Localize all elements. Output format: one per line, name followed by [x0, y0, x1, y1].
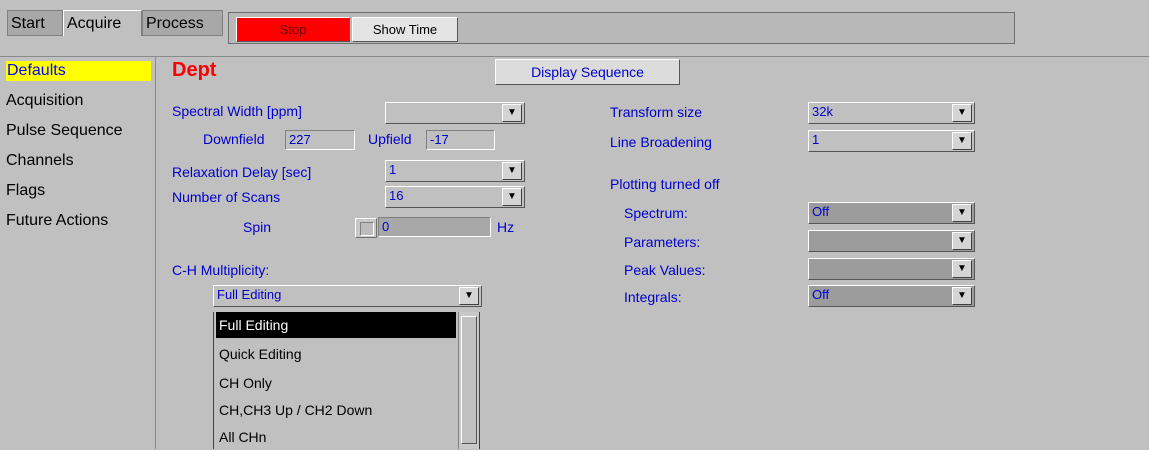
- display-sequence-button[interactable]: Display Sequence: [495, 59, 680, 85]
- chevron-down-icon[interactable]: ▼: [952, 104, 972, 122]
- number-of-scans-value: 16: [389, 188, 404, 203]
- sidebar-divider: [155, 57, 156, 449]
- peak-values-select[interactable]: ▼: [808, 258, 975, 280]
- tab-acquire[interactable]: Acquire: [63, 10, 142, 36]
- list-item[interactable]: All CHn: [216, 424, 456, 450]
- transform-size-label: Transform size: [610, 104, 703, 120]
- chevron-down-icon[interactable]: ▼: [502, 104, 522, 122]
- upfield-label: Upfield: [368, 131, 412, 147]
- downfield-input[interactable]: 227: [285, 130, 355, 150]
- sidebar-item-future-actions[interactable]: Future Actions: [6, 211, 108, 231]
- chevron-down-icon[interactable]: ▼: [502, 162, 522, 180]
- spin-checkbox[interactable]: [355, 218, 377, 238]
- spin-input[interactable]: 0: [378, 217, 491, 237]
- relaxation-delay-value: 1: [389, 162, 397, 177]
- parameters-select[interactable]: ▼: [808, 230, 975, 252]
- number-of-scans-select[interactable]: 16 ▼: [385, 186, 525, 208]
- chevron-down-icon[interactable]: ▼: [502, 188, 522, 206]
- peak-values-label: Peak Values:: [624, 262, 706, 278]
- spectral-width-select[interactable]: ▼: [385, 102, 525, 124]
- sidebar-item-defaults[interactable]: Defaults: [6, 61, 151, 81]
- dropdown-scrollbar[interactable]: [458, 312, 480, 449]
- page-title: Dept: [172, 59, 217, 81]
- sidebar-item-channels[interactable]: Channels: [6, 151, 74, 171]
- relaxation-delay-select[interactable]: 1 ▼: [385, 160, 525, 182]
- spectral-width-label: Spectral Width [ppm]: [172, 103, 302, 119]
- integrals-select[interactable]: Off ▼: [808, 285, 975, 307]
- spectrum-label: Spectrum:: [624, 205, 688, 221]
- chevron-down-icon[interactable]: ▼: [952, 204, 972, 222]
- spin-unit: Hz: [497, 219, 515, 235]
- divider: [0, 56, 1149, 57]
- parameters-label: Parameters:: [624, 234, 701, 250]
- list-item[interactable]: Quick Editing: [216, 341, 456, 367]
- sidebar-item-pulse-sequence[interactable]: Pulse Sequence: [6, 121, 123, 141]
- transform-size-value: 32k: [812, 104, 833, 119]
- chevron-down-icon[interactable]: ▼: [952, 132, 972, 150]
- tab-process[interactable]: Process: [142, 10, 223, 36]
- integrals-label: Integrals:: [624, 289, 682, 305]
- multiplicity-label: C-H Multiplicity:: [172, 262, 270, 278]
- plotting-label: Plotting turned off: [610, 176, 720, 192]
- downfield-label: Downfield: [203, 131, 265, 147]
- multiplicity-select[interactable]: Full Editing ▼: [213, 285, 482, 307]
- multiplicity-dropdown-list: Full Editing Quick Editing CH Only CH,CH…: [213, 312, 458, 449]
- list-item[interactable]: Full Editing: [216, 312, 456, 338]
- list-item[interactable]: CH Only: [216, 370, 456, 396]
- chevron-down-icon[interactable]: ▼: [952, 287, 972, 305]
- spin-label: Spin: [243, 219, 272, 235]
- line-broadening-select[interactable]: 1 ▼: [808, 130, 975, 152]
- number-of-scans-label: Number of Scans: [172, 189, 281, 205]
- sidebar-item-flags[interactable]: Flags: [6, 181, 45, 201]
- chevron-down-icon[interactable]: ▼: [459, 287, 479, 305]
- line-broadening-label: Line Broadening: [610, 134, 712, 150]
- upfield-input[interactable]: -17: [426, 130, 495, 150]
- transform-size-select[interactable]: 32k ▼: [808, 102, 975, 124]
- list-item[interactable]: CH,CH3 Up / CH2 Down: [216, 397, 456, 423]
- show-time-button[interactable]: Show Time: [352, 17, 458, 42]
- relaxation-delay-label: Relaxation Delay [sec]: [172, 164, 312, 180]
- spectrum-value: Off: [812, 204, 830, 219]
- tab-start[interactable]: Start: [7, 10, 63, 36]
- chevron-down-icon[interactable]: ▼: [952, 260, 972, 278]
- scrollbar-thumb[interactable]: [461, 316, 477, 444]
- multiplicity-value: Full Editing: [217, 287, 282, 302]
- stop-button[interactable]: Stop: [236, 17, 350, 42]
- integrals-value: Off: [812, 287, 830, 302]
- spectrum-select[interactable]: Off ▼: [808, 202, 975, 224]
- line-broadening-value: 1: [812, 132, 820, 147]
- chevron-down-icon[interactable]: ▼: [952, 232, 972, 250]
- sidebar-item-acquisition[interactable]: Acquisition: [6, 91, 83, 111]
